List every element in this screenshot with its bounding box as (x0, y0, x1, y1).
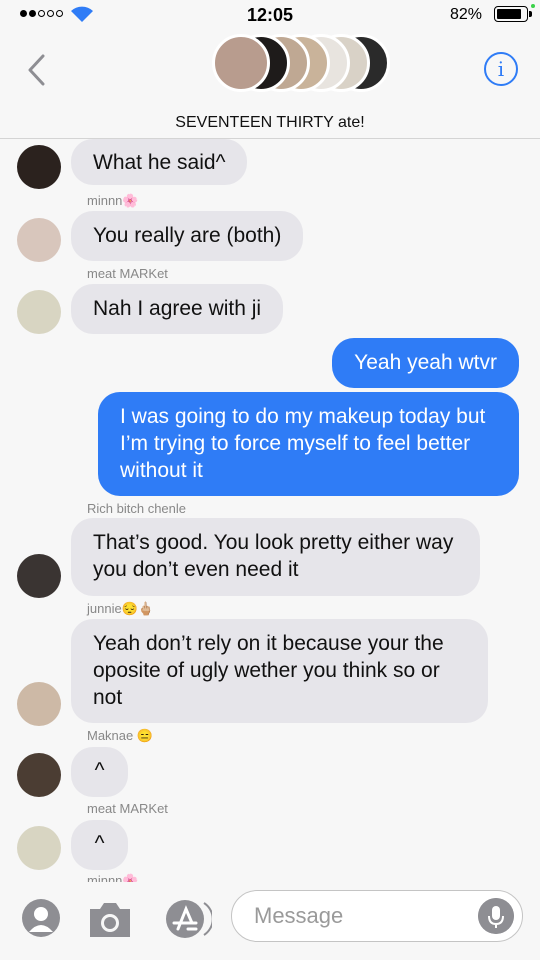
app-store-icon[interactable] (162, 899, 212, 939)
avatar (17, 145, 61, 189)
sender-name: meat MARKet (87, 801, 168, 816)
message-bubble[interactable]: What he said^ (71, 139, 248, 185)
group-avatars[interactable] (212, 32, 392, 96)
message-bubble[interactable]: ^ (71, 820, 128, 870)
message-bubble[interactable]: ^ (71, 747, 128, 797)
battery-icon (494, 6, 532, 22)
avatar (17, 218, 61, 262)
message-input-field[interactable] (231, 890, 523, 942)
avatar (17, 290, 61, 334)
message-bubble-outgoing[interactable]: I was going to do my makeup today but I’… (98, 392, 519, 496)
camera-icon[interactable] (86, 899, 134, 939)
sender-name: meat MARKet (87, 266, 168, 281)
message-bubble-outgoing[interactable]: Yeah yeah wtvr (332, 338, 519, 388)
sender-name: Maknae 😑 (87, 728, 154, 743)
compose-bar (0, 882, 540, 960)
avatar (17, 826, 61, 870)
group-name: SEVENTEEN THIRTY ate! (175, 114, 365, 131)
info-button[interactable]: i (484, 52, 518, 86)
status-bar: 12:05 82% (0, 0, 540, 30)
conversation-header: i SEVENTEEN THIRTY ate! (0, 30, 540, 139)
sender-name: minnn🌸 (87, 193, 139, 208)
message-input[interactable] (252, 902, 466, 930)
avatar (17, 554, 61, 598)
memoji-icon[interactable] (21, 898, 61, 938)
message-bubble[interactable]: You really are (both) (71, 211, 304, 261)
back-chevron-icon[interactable] (26, 54, 46, 86)
charging-indicator (531, 4, 535, 8)
avatar (17, 753, 61, 797)
message-list[interactable]: What he said^ minnn🌸 You really are (bot… (0, 139, 540, 882)
avatar (17, 682, 61, 726)
avatar (212, 34, 270, 92)
message-bubble[interactable]: Yeah don’t rely on it because your the o… (71, 619, 488, 723)
sender-name: minnn🌸 (87, 873, 139, 882)
microphone-icon[interactable] (478, 898, 514, 934)
sender-name: junnie😔🖕🏼 (87, 601, 155, 616)
message-bubble[interactable]: Nah I agree with ji (71, 284, 284, 334)
battery-percentage: 82% (449, 6, 482, 23)
message-bubble[interactable]: That’s good. You look pretty either way … (71, 518, 480, 596)
sender-name: Rich bitch chenle (87, 501, 186, 516)
